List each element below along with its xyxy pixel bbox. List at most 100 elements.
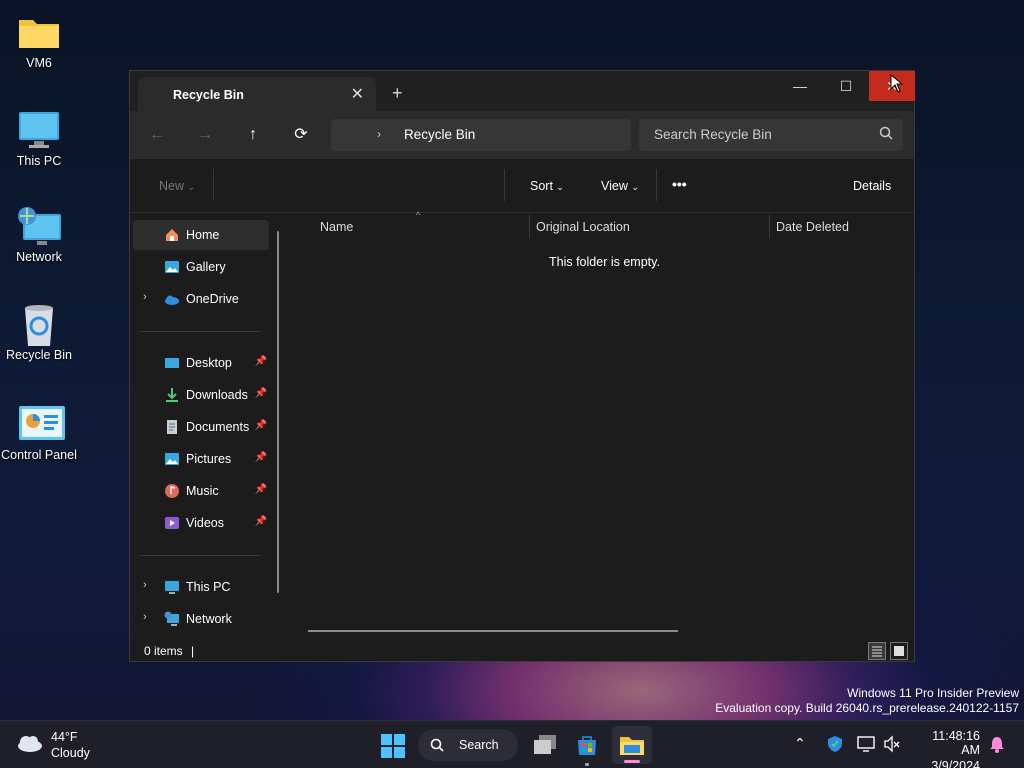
chevron-right-icon[interactable]: ›: [143, 611, 147, 623]
sidebar-item-pictures[interactable]: Pictures 📌: [133, 444, 269, 474]
new-tab-icon[interactable]: +: [392, 83, 403, 104]
maximize-button[interactable]: ☐: [823, 71, 869, 101]
sort-label: Sort: [530, 179, 553, 193]
notification-bell-icon[interactable]: [988, 735, 1006, 758]
column-header-name[interactable]: Name: [320, 220, 353, 234]
this-pc-icon: [164, 579, 180, 595]
chevron-right-icon[interactable]: ›: [143, 579, 147, 591]
view-button[interactable]: View ⌄: [601, 179, 639, 193]
pin-icon[interactable]: 📌: [255, 484, 267, 495]
sidebar-item-label: Documents: [186, 420, 250, 434]
pin-icon[interactable]: 📌: [255, 388, 267, 399]
music-icon: [164, 483, 180, 499]
sidebar-item-label: Home: [186, 228, 220, 242]
file-list: ^ Name Original Location Date Deleted Th…: [288, 210, 916, 642]
title-bar: Recycle Bin ✕ + — ☐ ✕: [130, 71, 915, 111]
desktop-icon-label: This PC: [16, 154, 62, 168]
desktop-icon-vm6[interactable]: VM6: [0, 12, 78, 70]
chevron-up-icon[interactable]: ⌃: [794, 735, 806, 752]
network-icon: [17, 206, 61, 246]
task-view-icon[interactable]: [532, 733, 558, 762]
sidebar-item-desktop[interactable]: Desktop 📌: [133, 348, 269, 378]
more-options-button[interactable]: •••: [672, 176, 687, 192]
navigation-pane: Home Gallery › OneDrive Desktop 📌 Downlo…: [130, 214, 282, 642]
recycle-bin-icon: [17, 304, 61, 346]
start-button[interactable]: [380, 733, 406, 759]
sidebar-item-music[interactable]: Music 📌: [133, 476, 269, 506]
desktop-icon-network[interactable]: Network: [0, 206, 78, 264]
weather-desc: Cloudy: [51, 746, 90, 760]
search-icon: [430, 738, 444, 757]
sidebar-item-onedrive[interactable]: › OneDrive: [133, 284, 269, 314]
sidebar-item-label: This PC: [186, 580, 231, 594]
pin-icon[interactable]: 📌: [255, 420, 267, 431]
close-tab-icon[interactable]: ✕: [351, 84, 364, 104]
clock-time: 11:48:16 AM: [932, 729, 980, 757]
control-panel-icon: [17, 404, 65, 444]
sidebar-item-label: Gallery: [186, 260, 226, 274]
home-icon: [164, 227, 180, 243]
sidebar-item-network[interactable]: › Network: [133, 604, 269, 634]
sort-up-icon: ^: [416, 210, 421, 220]
item-count: 0 items: [144, 644, 183, 658]
tiles-view-icon[interactable]: [890, 642, 908, 660]
forward-icon[interactable]: →: [192, 123, 218, 147]
file-explorer-taskbar-button[interactable]: [612, 726, 652, 764]
desktop-icon-this-pc[interactable]: This PC: [0, 110, 78, 168]
search-icon: [879, 126, 893, 145]
volume-muted-icon[interactable]: [883, 735, 901, 758]
navigation-pane-scrollbar[interactable]: [277, 231, 279, 593]
column-header-date-deleted[interactable]: Date Deleted: [776, 220, 849, 234]
sidebar-item-documents[interactable]: Documents 📌: [133, 412, 269, 442]
address-bar[interactable]: › Recycle Bin: [331, 119, 631, 151]
sidebar-item-home[interactable]: Home: [133, 220, 269, 250]
details-button[interactable]: Details: [853, 179, 891, 193]
pin-icon[interactable]: 📌: [255, 516, 267, 527]
downloads-icon: [164, 387, 180, 403]
chevron-right-icon[interactable]: ›: [377, 127, 381, 141]
sort-button[interactable]: Sort ⌄: [530, 179, 564, 193]
status-divider: |: [191, 644, 195, 658]
horizontal-scrollbar[interactable]: [308, 630, 678, 632]
column-header-original-location[interactable]: Original Location: [536, 220, 630, 234]
folder-icon: [619, 733, 645, 762]
desktop-icon: [164, 355, 180, 371]
new-label: New: [159, 179, 185, 193]
back-icon[interactable]: ←: [144, 123, 170, 147]
desktop-icon-control-panel[interactable]: Control Panel: [0, 404, 78, 462]
minimize-button[interactable]: —: [777, 71, 823, 101]
new-button[interactable]: New ⌄: [159, 179, 195, 193]
sidebar-item-label: Network: [186, 612, 232, 626]
gallery-icon: [164, 259, 180, 275]
sidebar-item-this-pc[interactable]: › This PC: [133, 572, 269, 602]
tab-recycle-bin[interactable]: Recycle Bin ✕: [138, 77, 376, 111]
sidebar-item-label: Music: [186, 484, 219, 498]
up-icon[interactable]: ↑: [240, 123, 266, 147]
desktop-icon-recycle-bin[interactable]: Recycle Bin: [0, 304, 78, 362]
weather-widget[interactable]: 44°F Cloudy: [16, 729, 106, 761]
status-bar: 0 items |: [130, 642, 914, 662]
pin-icon[interactable]: 📌: [255, 452, 267, 463]
taskbar-search-label: Search: [459, 738, 499, 752]
sidebar-item-videos[interactable]: Videos 📌: [133, 508, 269, 538]
chevron-right-icon[interactable]: ›: [143, 291, 147, 303]
taskbar: 44°F Cloudy Search ⌃ 11:48:16 AM 3/9/202…: [0, 720, 1024, 768]
sidebar-item-downloads[interactable]: Downloads 📌: [133, 380, 269, 410]
sidebar-item-label: Videos: [186, 516, 224, 530]
display-icon[interactable]: [857, 735, 875, 758]
refresh-icon[interactable]: ⟳: [288, 123, 314, 147]
desktop-icon-label: VM6: [26, 56, 52, 70]
desktop-icon-label: Control Panel: [1, 448, 77, 462]
clock[interactable]: 11:48:16 AM 3/9/2024: [912, 729, 980, 768]
pin-icon[interactable]: 📌: [255, 356, 267, 367]
watermark-line2: Evaluation copy. Build 26040.rs_prerelea…: [715, 701, 1019, 715]
windows-security-icon[interactable]: [826, 735, 844, 758]
running-indicator: [585, 763, 589, 766]
details-view-icon[interactable]: [868, 642, 886, 660]
microsoft-store-icon[interactable]: [575, 733, 599, 762]
network-icon: [164, 611, 180, 627]
monitor-icon: [17, 110, 61, 150]
search-input[interactable]: Search Recycle Bin: [639, 119, 903, 151]
sidebar-item-gallery[interactable]: Gallery: [133, 252, 269, 282]
taskbar-search-button[interactable]: Search: [418, 729, 518, 761]
